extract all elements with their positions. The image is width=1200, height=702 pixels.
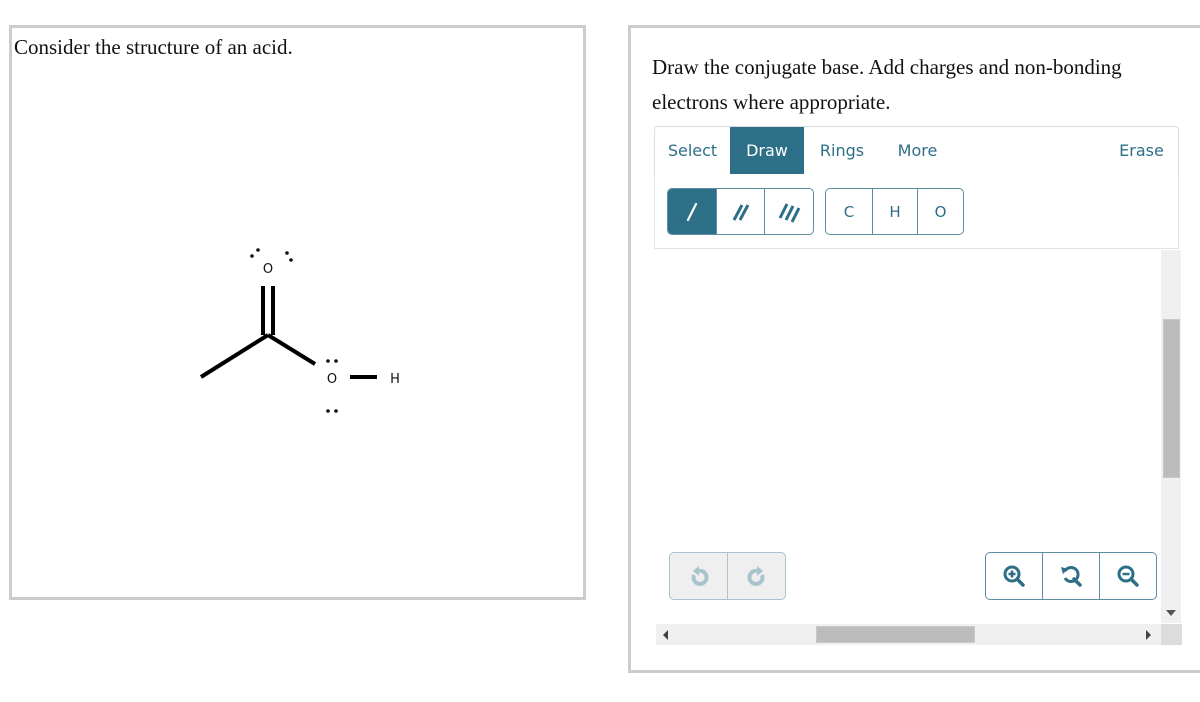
horizontal-scrollbar[interactable] — [656, 624, 1161, 645]
draw-toolbar: C H O — [654, 174, 1179, 249]
atom-carbonyl-oxygen: O — [263, 262, 273, 277]
atom-hydroxyl-oxygen: O — [327, 372, 337, 387]
tab-draw[interactable]: Draw — [730, 127, 804, 174]
structure-editor: Select Draw Rings More Erase C H O — [654, 126, 1179, 249]
atom-tool-group: C H O — [825, 188, 964, 235]
scroll-down-arrow-icon[interactable] — [1166, 610, 1176, 616]
answer-prompt: Draw the conjugate base. Add charges and… — [652, 55, 1122, 114]
question-panel: Consider the structure of an acid. O O H — [9, 25, 586, 600]
vertical-scroll-thumb[interactable] — [1163, 319, 1180, 478]
undo-button[interactable] — [670, 553, 728, 599]
zoom-reset-icon — [1061, 566, 1082, 587]
zoom-in-button[interactable] — [986, 553, 1043, 599]
erase-button[interactable]: Erase — [1105, 127, 1178, 174]
double-bond-icon — [732, 203, 749, 221]
bond-tool-group — [667, 188, 814, 235]
vertical-scrollbar[interactable] — [1161, 250, 1181, 623]
tab-more[interactable]: More — [880, 127, 955, 174]
triple-bond-button[interactable] — [765, 189, 813, 234]
zoom-out-button[interactable] — [1100, 553, 1156, 599]
scrollbar-corner — [1161, 624, 1182, 645]
horizontal-scroll-thumb[interactable] — [816, 626, 975, 643]
zoom-in-icon — [1003, 565, 1025, 587]
atom-h-button[interactable]: H — [873, 189, 918, 234]
zoom-controls — [985, 552, 1157, 600]
atom-hydroxyl-hydrogen: H — [390, 372, 400, 387]
atom-c-button[interactable]: C — [826, 189, 873, 234]
redo-button[interactable] — [728, 553, 785, 599]
scroll-left-arrow-icon[interactable] — [663, 630, 668, 640]
single-bond-button[interactable] — [668, 189, 717, 234]
undo-icon — [691, 566, 708, 586]
bond-carbonyl-hydroxyl-oxygen — [266, 333, 317, 366]
single-bond-icon — [686, 202, 698, 221]
tab-rings[interactable]: Rings — [804, 127, 880, 174]
undo-redo-group — [669, 552, 786, 600]
redo-icon — [747, 566, 764, 586]
tab-select[interactable]: Select — [655, 127, 730, 174]
editor-tab-bar: Select Draw Rings More Erase — [654, 126, 1179, 175]
scroll-right-arrow-icon[interactable] — [1146, 630, 1151, 640]
double-bond-button[interactable] — [717, 189, 765, 234]
answer-panel: Draw the conjugate base. Add charges and… — [628, 25, 1200, 673]
atom-o-button[interactable]: O — [918, 189, 963, 234]
bond-methyl-carbonyl — [199, 333, 270, 379]
triple-bond-icon — [778, 202, 801, 223]
zoom-out-icon — [1117, 565, 1139, 587]
acid-structure: O O H — [199, 248, 400, 413]
zoom-reset-button[interactable] — [1043, 553, 1100, 599]
